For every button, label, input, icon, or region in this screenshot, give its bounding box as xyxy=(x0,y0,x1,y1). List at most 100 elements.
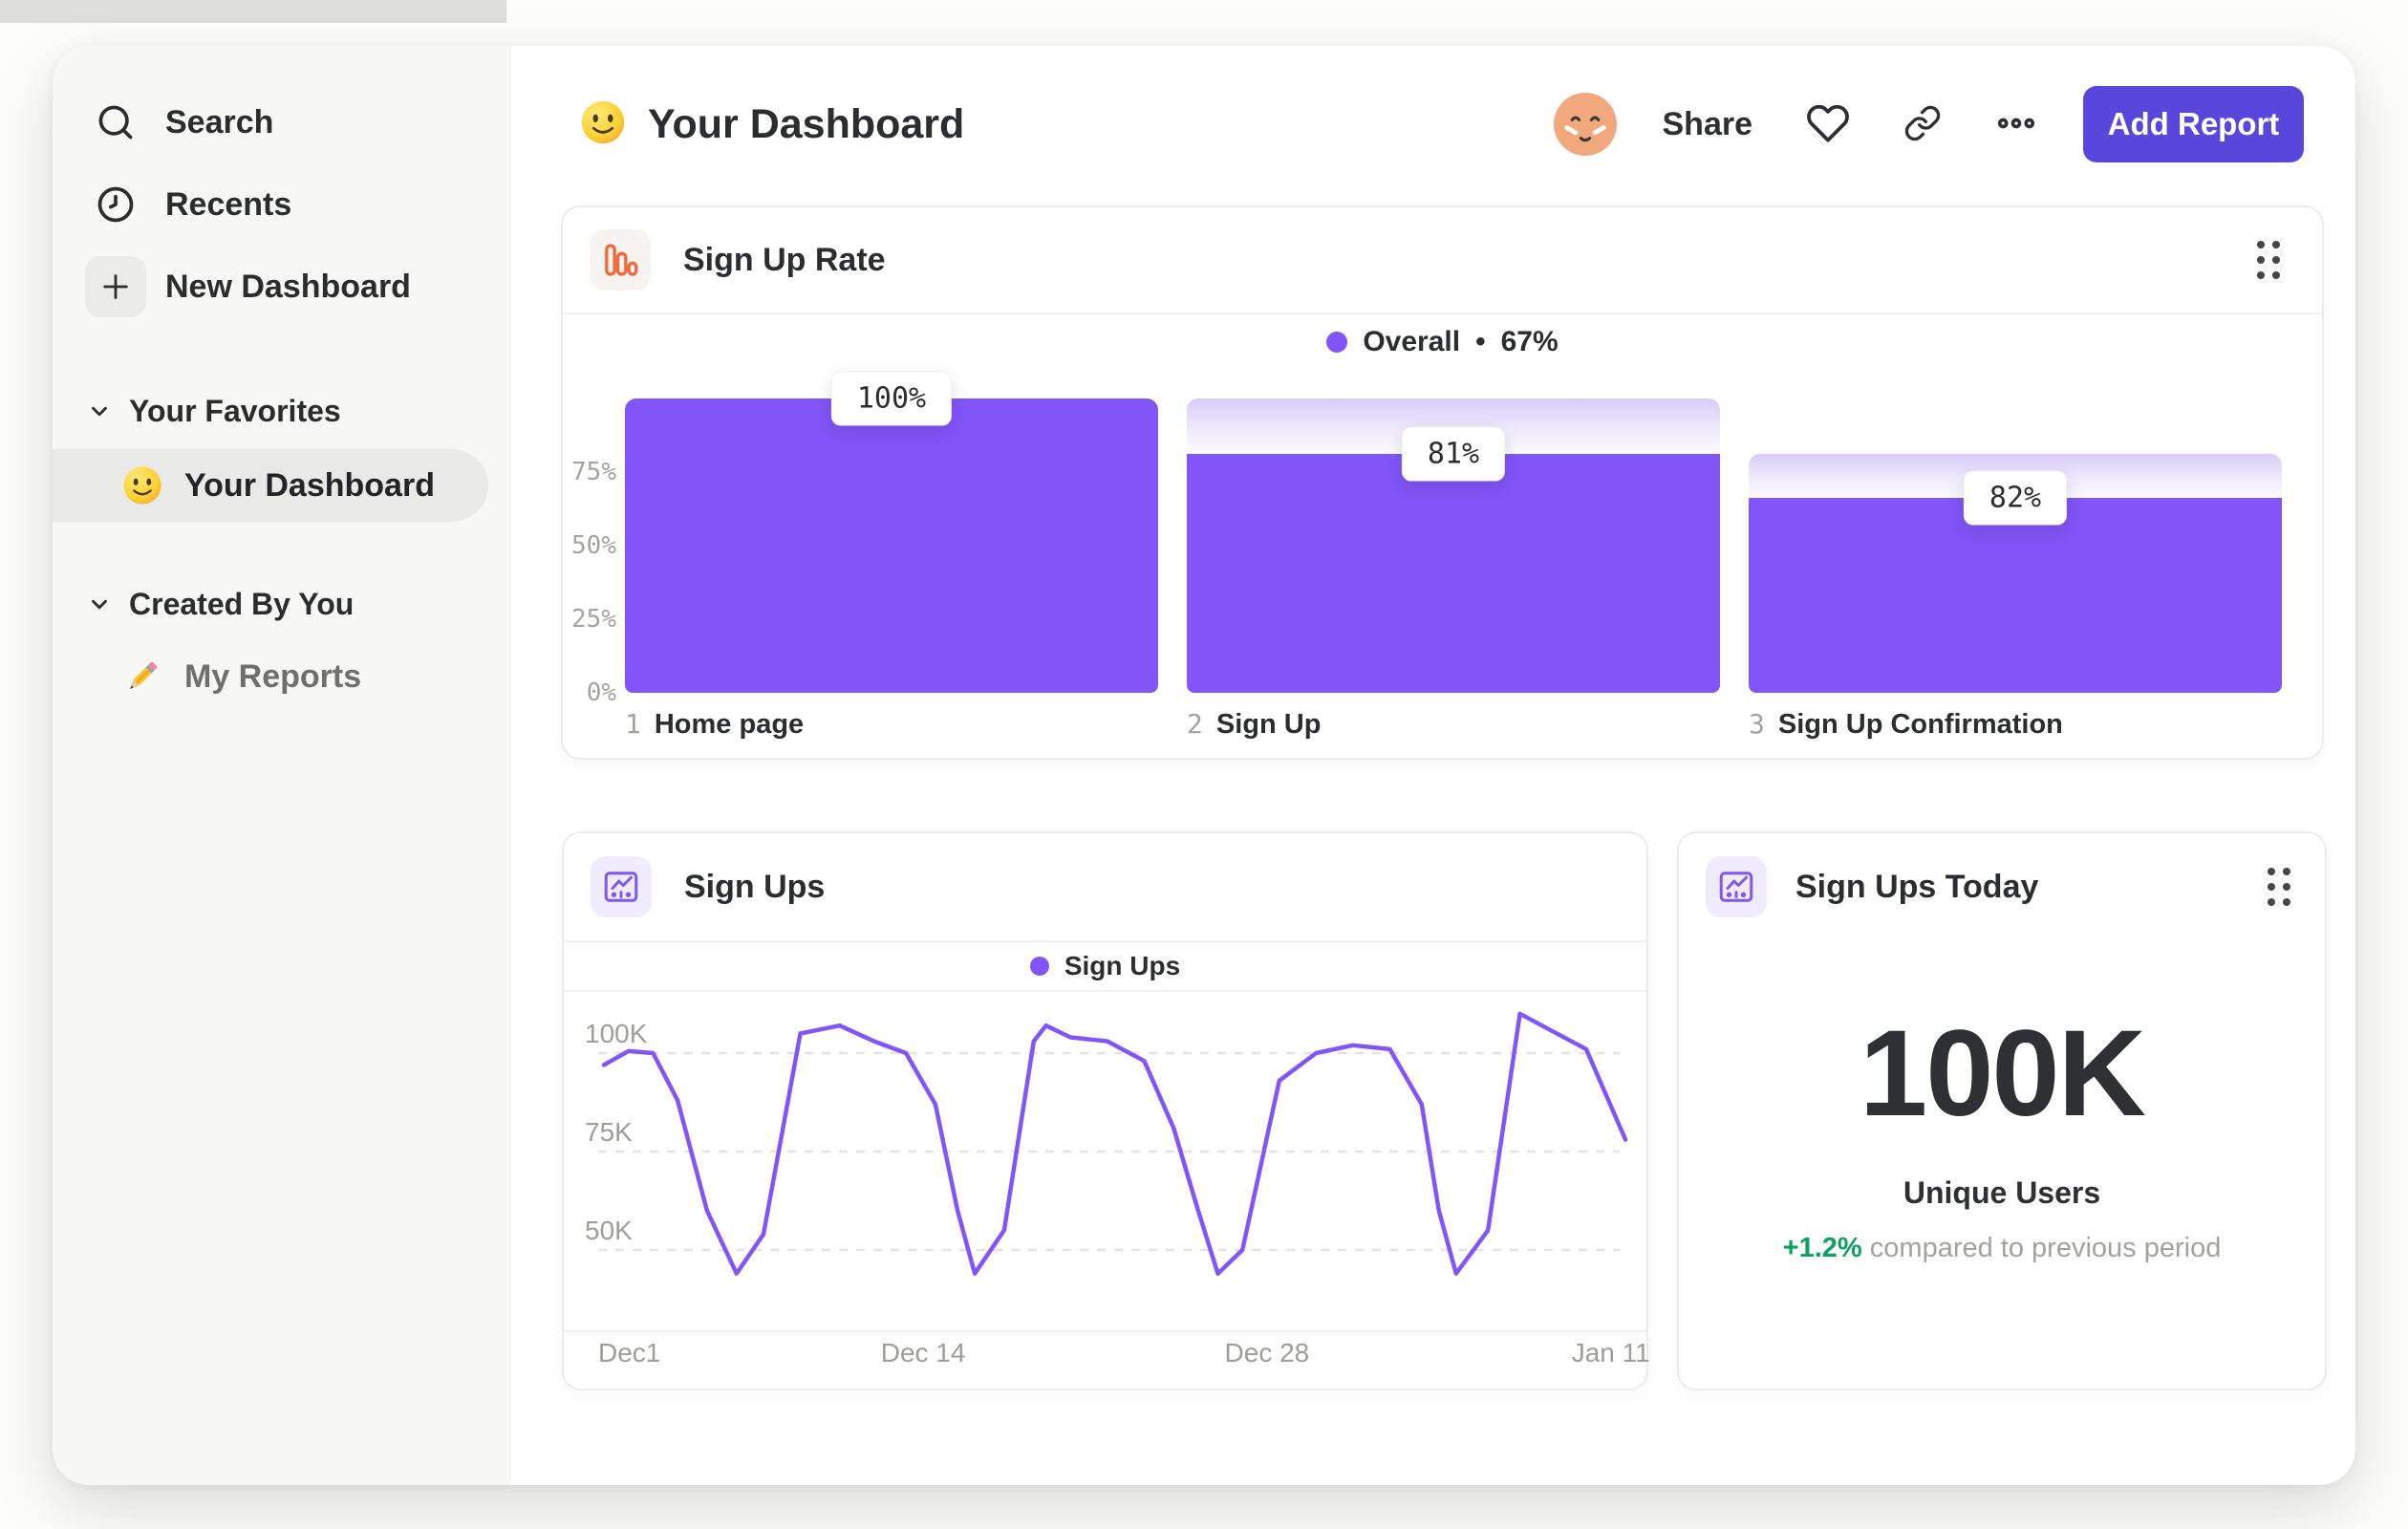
funnel-y-axis: 75% 50% 25% 0% xyxy=(563,377,616,707)
funnel-bar[interactable]: 81% xyxy=(1187,377,1720,693)
sign-ups-line-chart xyxy=(598,1011,1628,1276)
more-options-button[interactable] xyxy=(1995,102,2037,147)
divider xyxy=(564,940,1646,942)
sidebar-item-recents[interactable]: Recents xyxy=(53,163,511,246)
sidebar-item-label: Recents xyxy=(165,185,292,223)
share-button[interactable]: Share xyxy=(1663,106,1753,143)
sidebar-item-my-reports[interactable]: My Reports xyxy=(53,640,511,713)
card-sign-ups-today: Sign Ups Today 100K Unique Users +1.2% c… xyxy=(1677,831,2327,1390)
sidebar-item-search[interactable]: Search xyxy=(53,81,511,163)
favorite-heart-button[interactable] xyxy=(1806,101,1850,148)
funnel-bar[interactable]: 82% xyxy=(1749,377,2282,693)
card-sign-up-rate: Sign Up Rate Overall • 67% 75% 50% 25% 0% 1… xyxy=(561,205,2324,760)
dashboard-header: Your Dashboard Share Add Report xyxy=(579,84,2304,164)
chevron-down-icon xyxy=(87,592,112,616)
funnel-step-label: 3 Sign Up Confirmation xyxy=(1749,708,2282,741)
background-window-edge xyxy=(0,0,506,23)
funnel-bar-converted-segment xyxy=(1749,498,2282,693)
main-content: Your Dashboard Share Add Report Sign Up … xyxy=(511,46,2355,1485)
x-tick-label: Dec 28 xyxy=(1224,1338,1310,1367)
card-header: Sign Ups xyxy=(564,833,1646,940)
drag-handle[interactable] xyxy=(2257,241,2280,279)
heart-icon xyxy=(1806,101,1850,148)
delta-note: compared to previous period xyxy=(1869,1233,2222,1263)
metric-label: Unique Users xyxy=(1903,1175,2101,1210)
ellipsis-icon xyxy=(1995,102,2037,147)
legend-name: Sign Ups xyxy=(1064,951,1181,980)
step-name: Sign Up xyxy=(1215,709,1322,740)
add-report-button[interactable]: Add Report xyxy=(2083,86,2304,162)
y-tick-label: 75K xyxy=(585,1117,633,1147)
page-title-text: Your Dashboard xyxy=(648,100,965,147)
step-number: 3 xyxy=(1749,708,1765,740)
card-title: Sign Ups Today xyxy=(1795,868,2039,905)
pencil-emoji xyxy=(121,656,163,698)
smiley-emoji xyxy=(121,464,163,506)
sidebar-section-created-by-you[interactable]: Created By You xyxy=(53,571,511,637)
step-name: Home page xyxy=(654,709,805,740)
legend-name: Overall xyxy=(1363,326,1461,357)
divider xyxy=(563,312,2322,314)
funnel-step-label: 1 Home page xyxy=(625,708,1158,741)
funnel-bar-converted-segment xyxy=(625,398,1158,693)
funnel-bar[interactable]: 100% xyxy=(625,371,1158,693)
x-tick-label: Dec 14 xyxy=(880,1338,966,1367)
y-tick-label: 50K xyxy=(585,1216,633,1245)
sidebar: Search Recents New Dashboard Your Favori… xyxy=(53,46,511,1485)
y-tick-label: 25% xyxy=(571,604,616,634)
step-number: 1 xyxy=(625,708,641,740)
drag-handle[interactable] xyxy=(2268,868,2290,906)
sidebar-item-label: My Reports xyxy=(184,657,362,695)
section-title-label: Created By You xyxy=(129,586,355,621)
metric-value: 100K xyxy=(1860,1005,2146,1142)
card-header: Sign Up Rate xyxy=(563,207,2322,312)
y-tick-label: 50% xyxy=(571,530,616,560)
card-title: Sign Up Rate xyxy=(683,241,886,278)
funnel-step-label: 2 Sign Up xyxy=(1187,708,1720,741)
legend-separator: • xyxy=(1475,326,1486,357)
sidebar-item-label: Your Dashboard xyxy=(184,466,435,504)
copy-link-button[interactable] xyxy=(1903,104,1942,145)
avatar[interactable] xyxy=(1553,93,1617,156)
sidebar-item-label: New Dashboard xyxy=(165,268,411,305)
y-tick-label: 75% xyxy=(571,457,616,486)
funnel-bars: 100% 81% 82% xyxy=(625,371,2282,693)
step-number: 2 xyxy=(1187,708,1203,740)
conversion-label: 100% xyxy=(830,371,953,426)
sidebar-item-your-dashboard[interactable]: Your Dashboard xyxy=(53,449,488,522)
line-chart-icon xyxy=(1706,856,1767,917)
divider xyxy=(564,990,1646,992)
y-tick-label: 100K xyxy=(585,1019,648,1048)
sidebar-section-your-favorites[interactable]: Your Favorites xyxy=(53,377,511,444)
metric-delta: +1.2% compared to previous period xyxy=(1679,1233,2325,1264)
section-title-label: Your Favorites xyxy=(129,393,341,428)
legend-dot xyxy=(1326,332,1348,353)
delta-percent: +1.2% xyxy=(1782,1233,1862,1263)
link-icon xyxy=(1903,104,1942,145)
smiley-emoji xyxy=(579,98,627,151)
bar-chart-icon xyxy=(590,229,651,291)
line-chart-icon xyxy=(591,856,652,917)
y-tick-label: 0% xyxy=(586,678,616,707)
sidebar-item-new-dashboard[interactable]: New Dashboard xyxy=(53,246,511,328)
funnel-legend: Overall • 67% xyxy=(563,326,2322,358)
conversion-label: 82% xyxy=(1963,470,2068,526)
page-title: Your Dashboard xyxy=(579,98,964,151)
header-actions: Share Add Report xyxy=(1553,86,2304,162)
funnel-bar-converted-segment xyxy=(1187,454,1720,693)
x-tick-label: Dec1 xyxy=(598,1338,661,1367)
conversion-label: 81% xyxy=(1401,426,1506,482)
sidebar-item-label: Search xyxy=(165,103,274,140)
card-title: Sign Ups xyxy=(684,868,826,905)
app-window: Search Recents New Dashboard Your Favori… xyxy=(53,46,2355,1485)
plus-icon xyxy=(85,256,146,317)
card-sign-ups: Sign Ups Sign Ups 100K 75K 50K Dec1 Dec 14 D… xyxy=(562,831,1650,1390)
legend-value: 67% xyxy=(1500,326,1559,357)
clock-icon xyxy=(93,182,139,227)
screen: Search Recents New Dashboard Your Favori… xyxy=(0,0,2408,1529)
card-header: Sign Ups Today xyxy=(1679,833,2325,940)
x-tick-label: Jan 11 xyxy=(1571,1338,1650,1367)
funnel-step-labels: 1 Home page 2 Sign Up 3 Sign Up Confirmation xyxy=(625,708,2282,741)
chevron-down-icon xyxy=(87,398,112,423)
step-name: Sign Up Confirmation xyxy=(1777,709,2063,740)
